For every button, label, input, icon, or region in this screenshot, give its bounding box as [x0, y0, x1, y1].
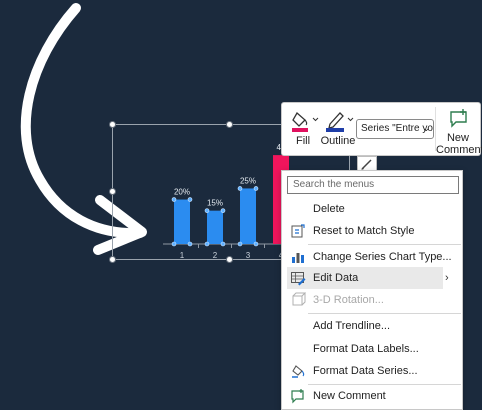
data-label: 20%: [174, 188, 190, 197]
bar-selection-handle[interactable]: [204, 208, 210, 213]
menu-search-placeholder: Search the menus: [293, 179, 375, 190]
new-comment-button[interactable]: New Comment: [436, 105, 482, 156]
menu-item-3d-rotation: 3-D Rotation...: [283, 289, 461, 311]
bar-selection-handle[interactable]: [171, 241, 177, 247]
new-comment-label-1: New: [446, 132, 469, 144]
data-label: 25%: [240, 176, 256, 185]
bar-selection-handle[interactable]: [220, 241, 226, 247]
bar-selection-handle[interactable]: [204, 241, 210, 247]
menu-item-format-data-labels[interactable]: Format Data Labels...: [283, 338, 461, 360]
pen-outline-icon: [326, 112, 354, 132]
outline-button[interactable]: Outline: [320, 105, 356, 153]
x-tick-label: 1: [180, 251, 185, 260]
bar-selection-handle[interactable]: [237, 241, 243, 247]
paint-bucket-icon: [292, 111, 319, 132]
bar-selection-handle[interactable]: [187, 197, 193, 202]
bar-selection-handle[interactable]: [253, 241, 259, 247]
x-tick-label: 3: [246, 251, 251, 260]
bar-selection-handle[interactable]: [220, 208, 226, 213]
fill-label: Fill: [295, 135, 311, 147]
bar-selection-handle[interactable]: [171, 197, 177, 202]
menu-separator: [308, 313, 461, 314]
menu-item-change-chart-type[interactable]: Change Series Chart Type...: [283, 246, 461, 268]
chart-type-icon: [292, 253, 304, 263]
x-tick-label: 2: [213, 251, 218, 260]
series-selector[interactable]: Series "Entre yo ⌄: [356, 119, 434, 139]
new-comment-label-2: Comment: [436, 144, 482, 156]
menu-item-format-data-series[interactable]: Format Data Series...: [283, 360, 461, 382]
bar-selection-handle[interactable]: [237, 186, 243, 191]
chart-bar-2[interactable]: [207, 210, 223, 244]
reset-style-icon: [291, 224, 305, 238]
bar-selection-handle[interactable]: [253, 186, 259, 191]
menu-search-input[interactable]: Search the menus: [287, 176, 459, 194]
menu-item-delete[interactable]: Delete: [283, 198, 461, 220]
menu-item-edit-data[interactable]: Edit Data: [287, 267, 443, 289]
new-comment-icon: [450, 109, 467, 128]
paint-bucket-icon: [292, 365, 305, 378]
mini-toolbar: Fill Outline Series "Entre yo ⌄ New Comm…: [281, 102, 482, 156]
data-label: 15%: [207, 199, 223, 208]
table-edit-icon: [291, 272, 306, 286]
menu-item-new-comment[interactable]: New Comment: [283, 385, 461, 407]
chevron-right-icon: ›: [445, 272, 449, 284]
bar-selection-handle[interactable]: [187, 241, 193, 247]
context-menu: Search the menus Delete Reset to Match S…: [281, 170, 463, 410]
chart-bar-1[interactable]: [174, 199, 190, 244]
menu-item-add-trendline[interactable]: Add Trendline...: [283, 315, 461, 337]
menu-separator: [308, 244, 461, 245]
outline-label: Outline: [320, 135, 356, 147]
cube-icon: [292, 292, 306, 306]
comment-icon: [291, 389, 304, 404]
menu-item-reset-style[interactable]: Reset to Match Style: [283, 220, 461, 242]
chart-bar-3[interactable]: [240, 188, 256, 244]
fill-button[interactable]: Fill: [286, 105, 320, 153]
chevron-down-icon: ⌄: [422, 123, 430, 133]
